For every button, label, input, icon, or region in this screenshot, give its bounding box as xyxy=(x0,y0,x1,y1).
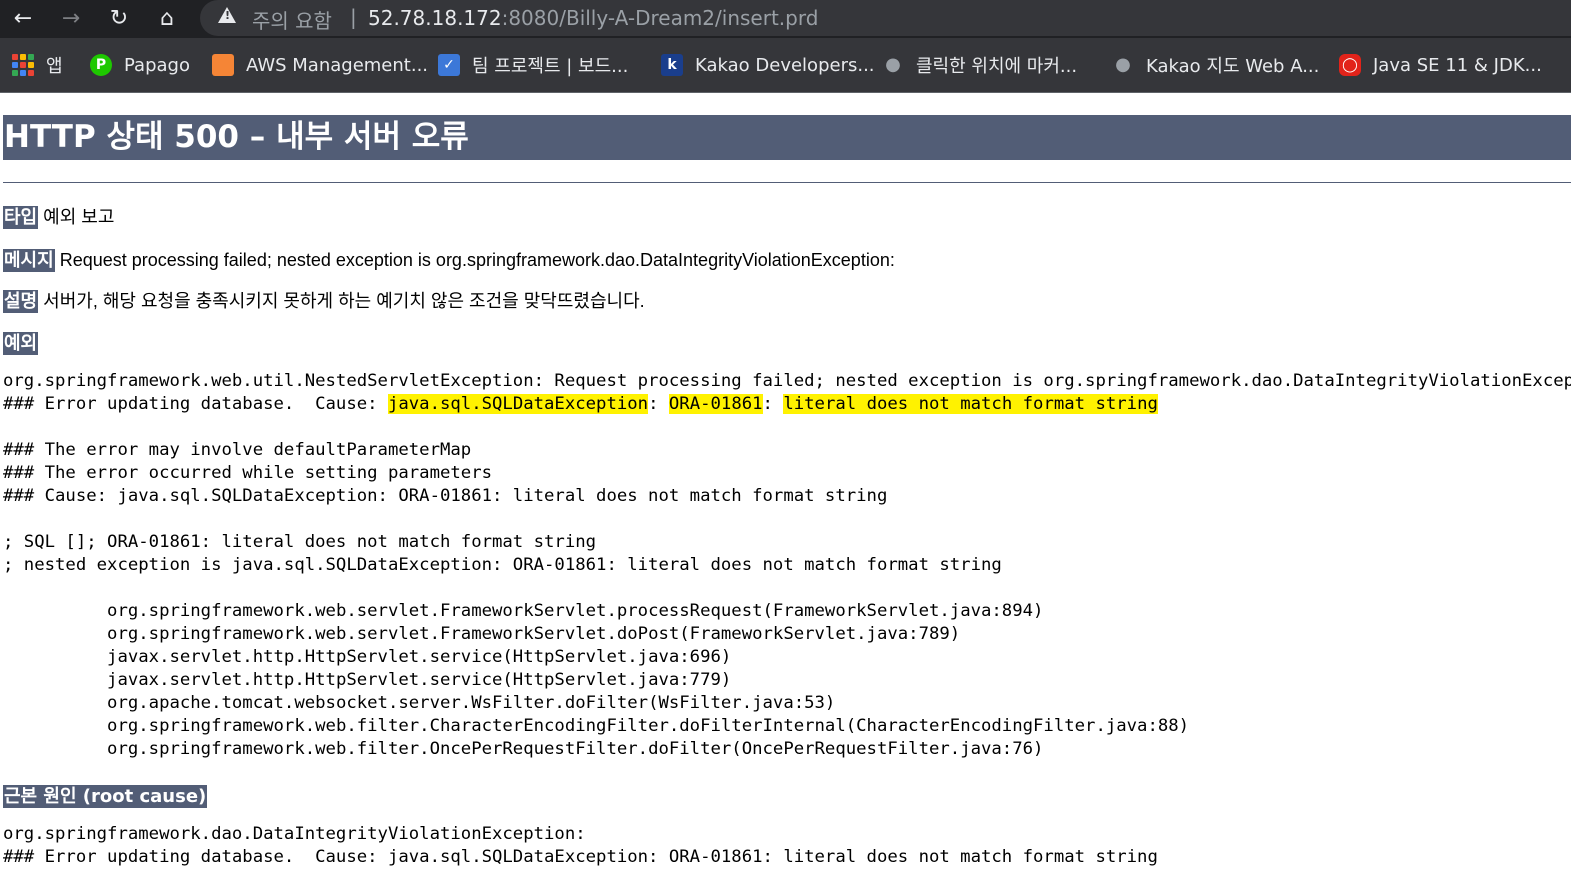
oracle-icon: ◯ xyxy=(1339,54,1361,76)
description-label: 설명 xyxy=(3,290,39,313)
root-cause-label: 근본 원인 (root cause) xyxy=(3,785,208,808)
bookmark-aws[interactable]: AWS Management... xyxy=(212,52,428,78)
bookmark-label: AWS Management... xyxy=(246,54,429,76)
exception-trace-head: org.springframework.web.util.NestedServl… xyxy=(3,370,1571,416)
bookmark-label: 앱 xyxy=(46,56,63,77)
browser-toolbar: ← → ↻ ⌂ 주의 요함 | 52.78.18.172:8080/Billy-… xyxy=(0,0,1571,38)
apps-grid-icon xyxy=(12,54,34,76)
exception-line-2-prefix: ### Error updating database. Cause: xyxy=(3,394,388,414)
bookmark-papago[interactable]: P Papago xyxy=(90,52,190,78)
bookmark-click-marker[interactable]: ● 클릭한 위치에 마커... xyxy=(882,52,1077,78)
address-separator: | xyxy=(350,5,357,29)
trello-icon: ✓ xyxy=(438,54,460,76)
kakao-k-icon: k xyxy=(661,54,683,76)
bookmark-label: Papago xyxy=(124,54,190,76)
horizontal-rule xyxy=(3,182,1571,183)
bookmark-label: 클릭한 위치에 마커... xyxy=(916,56,1078,77)
bookmark-label: Java SE 11 & JDK... xyxy=(1373,54,1542,76)
bookmark-kakao-map[interactable]: ● Kakao 지도 Web A... xyxy=(1112,52,1319,78)
colon-separator: : xyxy=(762,394,784,414)
root-cause-heading: 근본 원인 (root cause) xyxy=(3,782,208,808)
bookmark-label: 팀 프로젝트 | 보드... xyxy=(472,56,629,77)
home-icon[interactable]: ⌂ xyxy=(152,4,182,34)
papago-icon: P xyxy=(90,54,112,76)
highlight-error-message: literal does not match format string xyxy=(783,394,1158,414)
security-label[interactable]: 주의 요함 xyxy=(252,5,332,34)
url-host: 52.78.18.172 xyxy=(368,6,502,30)
error-page: HTTP 상태 500 – 내부 서버 오류 타입 예외 보고 메시지 Requ… xyxy=(0,93,1571,884)
root-cause-trace: org.springframework.dao.DataIntegrityVio… xyxy=(3,824,1158,867)
url-path: :8080/Billy-A-Dream2/insert.prd xyxy=(501,6,819,30)
highlight-ora-code: ORA-01861 xyxy=(668,394,763,414)
bookmark-kakao-developers[interactable]: k Kakao Developers... xyxy=(661,52,875,78)
description-row: 설명 서버가, 해당 요청을 충족시키지 못하게 하는 예기치 않은 조건을 맞… xyxy=(3,287,645,313)
exception-heading: 예외 xyxy=(3,329,39,355)
exception-trace-body: ### The error may involve defaultParamet… xyxy=(3,440,1190,759)
reload-icon[interactable]: ↻ xyxy=(104,4,134,34)
aws-cube-icon xyxy=(212,54,234,76)
highlight-exception-class: java.sql.SQLDataException xyxy=(387,394,649,414)
message-value: Request processing failed; nested except… xyxy=(59,250,895,270)
colon-separator: : xyxy=(648,394,669,414)
description-value: 서버가, 해당 요청을 충족시키지 못하게 하는 예기치 않은 조건을 맞닥뜨렸… xyxy=(43,291,645,311)
message-label: 메시지 xyxy=(3,249,55,272)
exception-line-1: org.springframework.web.util.NestedServl… xyxy=(3,371,1571,391)
warning-icon[interactable] xyxy=(218,7,236,23)
bookmark-java-se[interactable]: ◯ Java SE 11 & JDK... xyxy=(1339,52,1542,78)
url-text[interactable]: 52.78.18.172:8080/Billy-A-Dream2/insert.… xyxy=(368,6,818,30)
map-pin-icon: ● xyxy=(1115,54,1131,75)
exception-label: 예외 xyxy=(3,332,39,355)
type-value: 예외 보고 xyxy=(43,207,115,227)
message-row: 메시지 Request processing failed; nested ex… xyxy=(3,246,895,272)
bookmarks-bar: 앱 P Papago AWS Management... ✓ 팀 프로젝트 | … xyxy=(0,38,1571,92)
bookmark-team-project[interactable]: ✓ 팀 프로젝트 | 보드... xyxy=(438,52,628,78)
bookmark-label: Kakao Developers... xyxy=(695,54,875,76)
bookmark-apps[interactable]: 앱 xyxy=(12,52,63,78)
type-row: 타입 예외 보고 xyxy=(3,203,114,229)
address-bar[interactable]: 주의 요함 | 52.78.18.172:8080/Billy-A-Dream2… xyxy=(200,0,1571,36)
forward-arrow-icon[interactable]: → xyxy=(56,4,86,34)
back-arrow-icon[interactable]: ← xyxy=(8,4,38,34)
bookmark-label: Kakao 지도 Web A... xyxy=(1146,56,1320,77)
page-title: HTTP 상태 500 – 내부 서버 오류 xyxy=(3,115,1571,160)
type-label: 타입 xyxy=(3,206,39,229)
map-pin-icon: ● xyxy=(885,54,901,75)
